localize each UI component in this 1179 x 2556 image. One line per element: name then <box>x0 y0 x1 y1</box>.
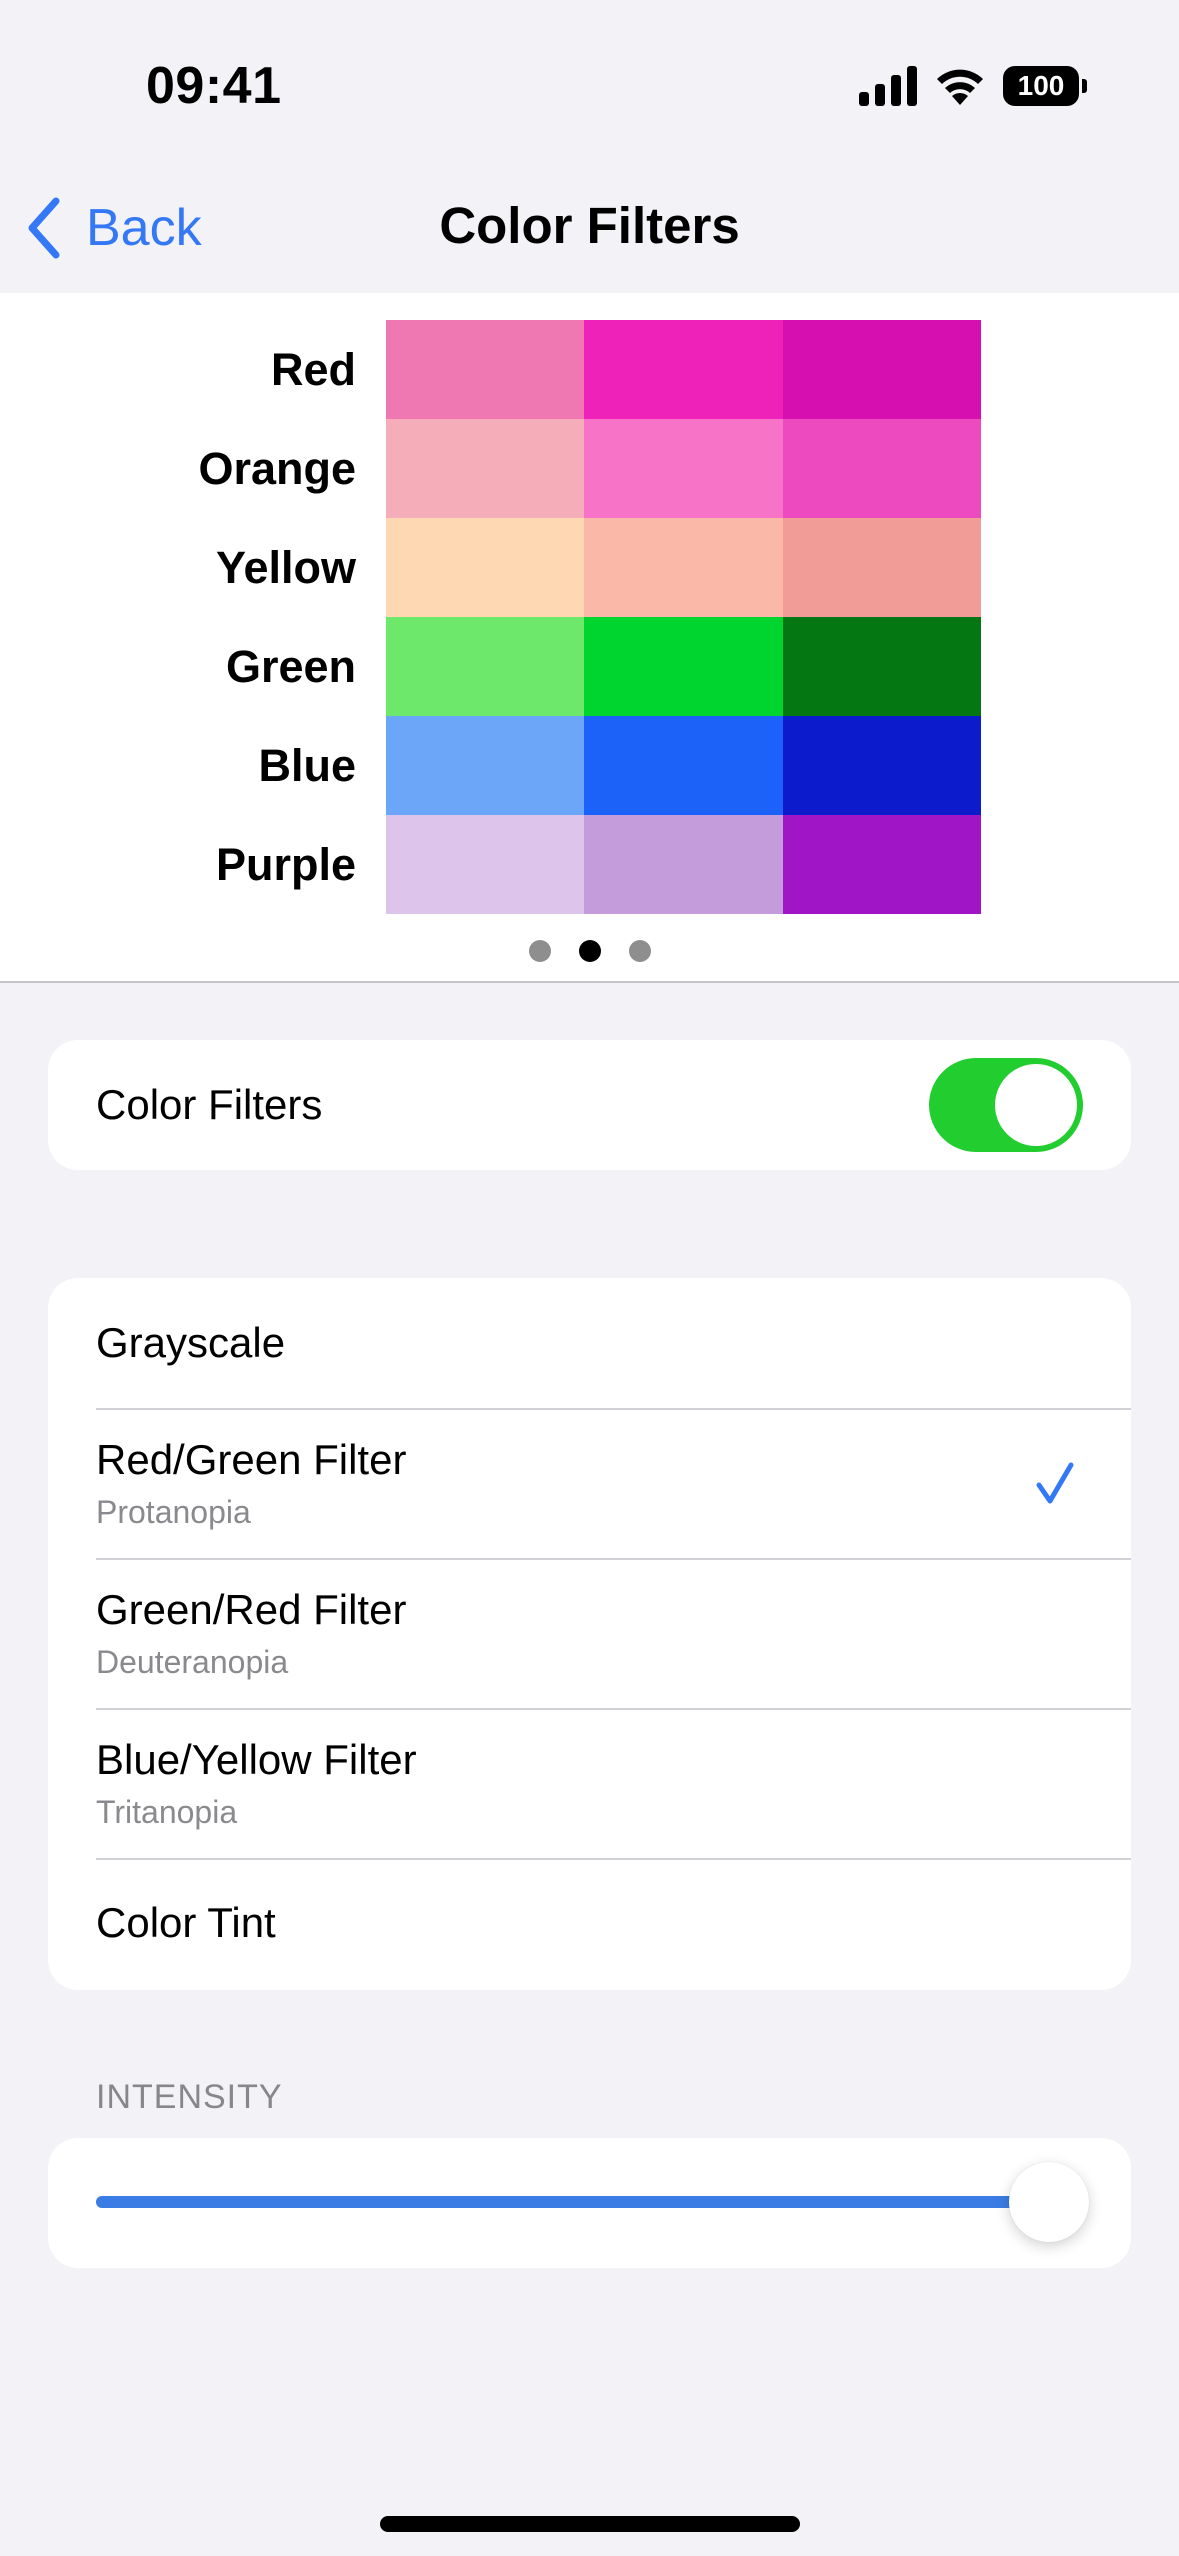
color-filters-row: Color Filters <box>48 1040 1131 1170</box>
swatch-orange-3 <box>782 419 981 518</box>
cellular-signal-icon <box>859 66 917 106</box>
page-dot[interactable] <box>528 940 551 962</box>
swatch-label: Red <box>270 343 356 395</box>
color-filters-label: Color Filters <box>96 1081 323 1128</box>
filter-option-grayscale[interactable]: Grayscale <box>48 1278 1131 1408</box>
swatch-label: Yellow <box>215 541 356 593</box>
page-dot[interactable] <box>628 940 651 962</box>
swatch-purple-2 <box>584 815 783 914</box>
swatch-orange-1 <box>386 419 585 518</box>
home-indicator[interactable] <box>380 2516 800 2532</box>
intensity-card <box>48 2138 1131 2268</box>
filter-label: Green/Red Filter <box>96 1585 407 1633</box>
swatch-green-1 <box>386 617 585 716</box>
swatch-labels: Red Orange Yellow Green Blue Purple <box>0 320 356 914</box>
filter-label: Color Tint <box>96 1899 276 1946</box>
swatch-purple-3 <box>782 815 981 914</box>
swatch-red-1 <box>386 320 585 419</box>
filter-label: Red/Green Filter <box>96 1435 407 1483</box>
filter-sublabel: Protanopia <box>96 1493 251 1530</box>
slider-fill <box>96 2196 1083 2208</box>
status-icons: 100 <box>859 64 1087 108</box>
swatch-green-2 <box>584 617 783 716</box>
swatch-label: Purple <box>215 838 356 890</box>
swatch-blue-2 <box>584 716 783 815</box>
page-indicator[interactable] <box>0 940 1179 962</box>
toggle-knob <box>995 1064 1077 1146</box>
swatch-red-2 <box>584 320 783 419</box>
status-time: 09:41 <box>146 57 282 115</box>
checkmark-icon <box>1036 1462 1074 1504</box>
wifi-icon <box>937 69 983 105</box>
swatch-yellow-3 <box>782 518 981 617</box>
page-title: Color Filters <box>439 197 740 254</box>
swatch-grid <box>386 320 981 914</box>
filter-option-green-red[interactable]: Green/Red Filter Deuteranopia <box>48 1558 1131 1708</box>
filter-option-red-green[interactable]: Red/Green Filter Protanopia <box>48 1408 1131 1558</box>
filter-list: Grayscale Red/Green Filter Protanopia Gr… <box>48 1278 1131 1990</box>
page-dot[interactable] <box>578 940 601 962</box>
filter-sublabel: Tritanopia <box>96 1793 238 1830</box>
swatch-blue-1 <box>386 716 585 815</box>
color-filters-toggle[interactable] <box>929 1058 1083 1152</box>
color-preview-panel[interactable]: Red Orange Yellow Green Blue Purple <box>0 293 1179 983</box>
swatch-yellow-1 <box>386 518 585 617</box>
color-filters-toggle-card: Color Filters <box>48 1040 1131 1170</box>
filter-option-blue-yellow[interactable]: Blue/Yellow Filter Tritanopia <box>48 1708 1131 1858</box>
swatch-orange-2 <box>584 419 783 518</box>
swatch-label: Blue <box>258 739 356 791</box>
swatch-label: Orange <box>198 442 356 494</box>
swatch-yellow-2 <box>584 518 783 617</box>
swatch-purple-1 <box>386 815 585 914</box>
swatch-green-3 <box>782 617 981 716</box>
intensity-slider[interactable] <box>96 2162 1089 2242</box>
filter-label: Blue/Yellow Filter <box>96 1735 417 1783</box>
filter-label: Grayscale <box>96 1319 286 1366</box>
filter-sublabel: Deuteranopia <box>96 1643 289 1680</box>
swatch-label: Green <box>225 640 356 692</box>
swatch-blue-3 <box>782 716 981 815</box>
battery-icon: 100 <box>1003 66 1087 106</box>
filter-option-color-tint[interactable]: Color Tint <box>48 1858 1131 1988</box>
intensity-header: INTENSITY <box>96 2078 283 2116</box>
slider-thumb[interactable] <box>1009 2162 1089 2242</box>
swatch-red-3 <box>782 320 981 419</box>
battery-level: 100 <box>1017 70 1065 101</box>
